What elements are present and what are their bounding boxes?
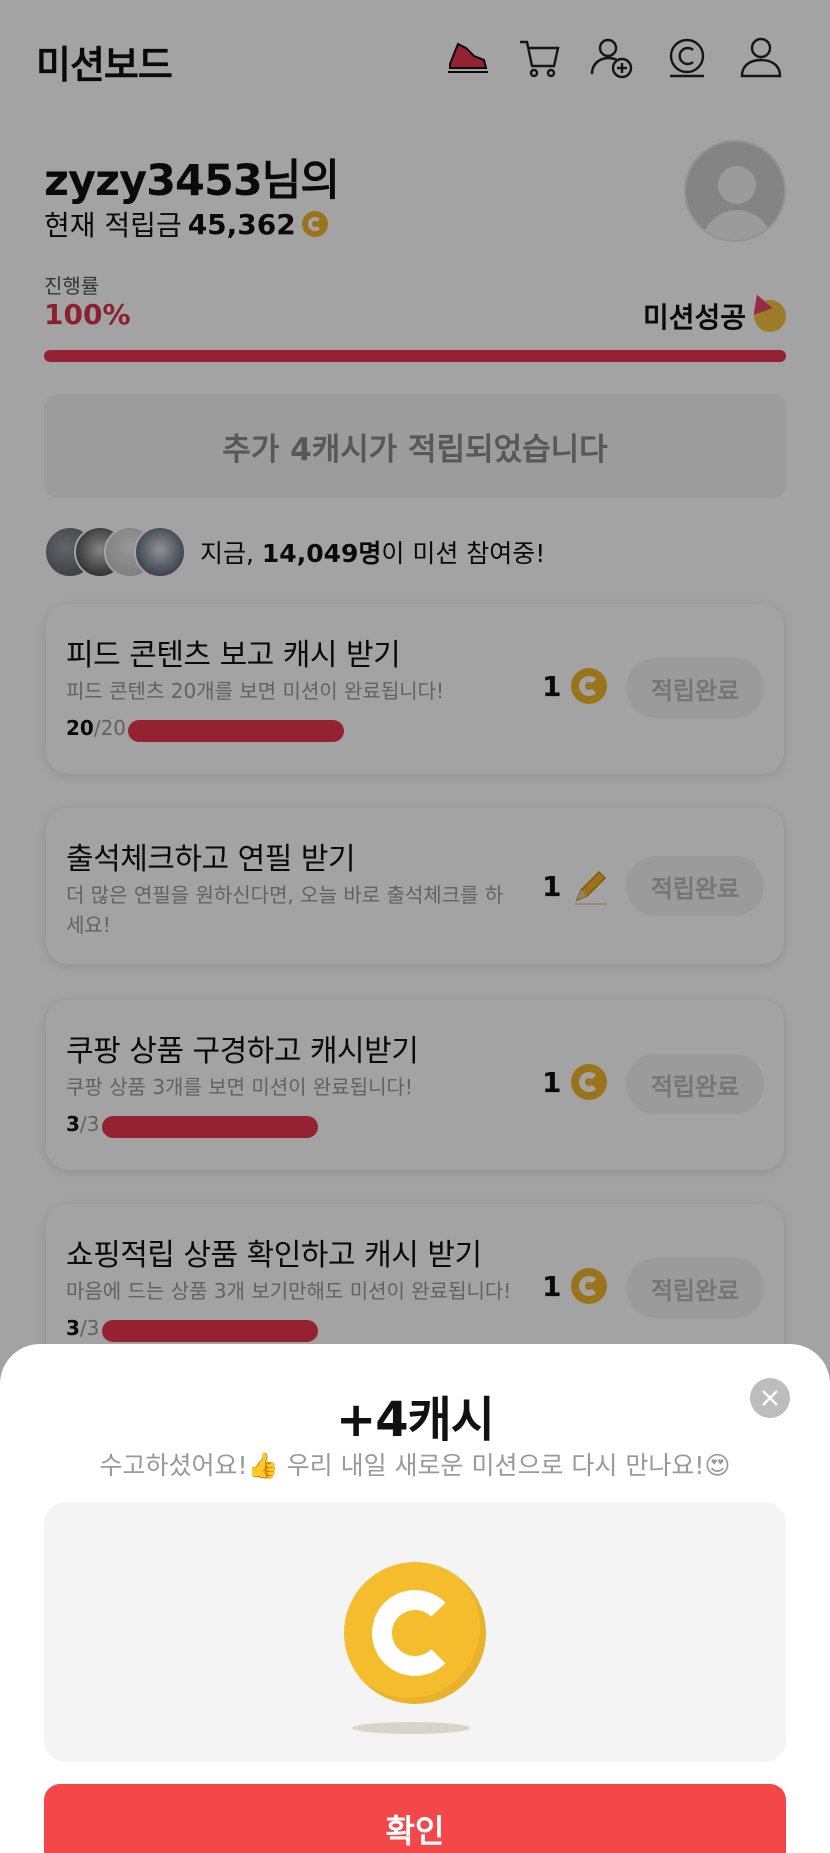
mission-board-page: 미션보드 zyzy3453님의 현재 적립금 45,362 진행률 100% 미… (0, 0, 830, 1853)
reward-title: +4캐시 (336, 1392, 495, 1448)
coin-shadow (352, 1722, 470, 1734)
coin-icon (344, 1562, 486, 1704)
confirm-button[interactable]: 확인 (44, 1784, 786, 1853)
coin-letter-shape (372, 1590, 458, 1676)
reward-subtitle: 수고하셨어요!👍 우리 내일 새로운 미션으로 다시 만나요!😍 (99, 1451, 731, 1480)
